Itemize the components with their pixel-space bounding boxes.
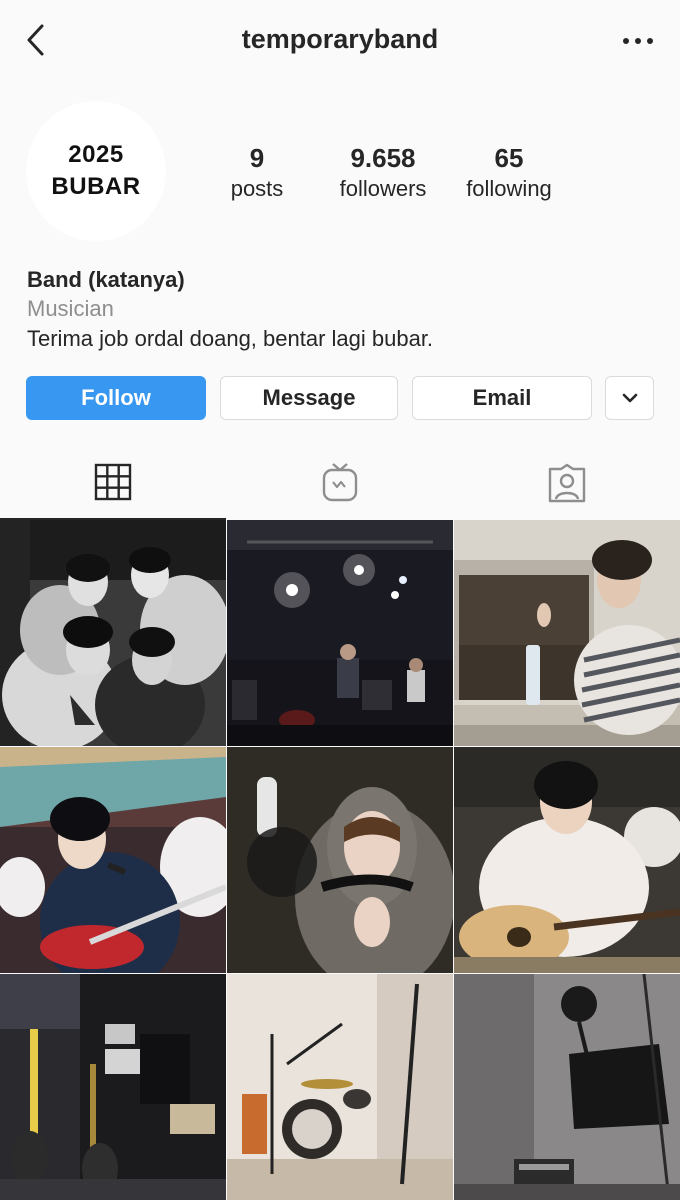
following-count[interactable]: 65 following <box>455 142 563 204</box>
group-photo-image <box>0 520 226 746</box>
post-thumbnail-hoodie-mic[interactable] <box>227 747 453 973</box>
profile-category: Musician <box>27 296 114 321</box>
tab-posts-grid[interactable] <box>0 446 226 520</box>
followers-count-label: followers <box>339 176 427 201</box>
tab-tagged[interactable] <box>454 446 680 520</box>
recording-booth-image <box>454 974 680 1200</box>
posts-count[interactable]: 9 posts <box>208 142 306 204</box>
more-horizontal-icon <box>623 38 653 44</box>
drum-room-image <box>227 974 453 1200</box>
profile-username: temporaryband <box>241 24 439 54</box>
more-options-button[interactable] <box>618 26 658 56</box>
backstage-guitars-image <box>0 974 226 1200</box>
post-thumbnail-live-stage[interactable] <box>227 520 453 746</box>
posts-grid <box>0 520 680 1200</box>
post-thumbnail-acoustic-guitar[interactable] <box>454 747 680 973</box>
studio-member-image <box>454 520 680 746</box>
message-button[interactable]: Message <box>220 376 398 420</box>
profile-avatar[interactable]: 2025 BUBAR <box>26 101 166 241</box>
email-button[interactable]: Email <box>412 376 592 420</box>
hoodie-mic-image <box>227 747 453 973</box>
igtv-icon <box>322 463 358 502</box>
bassist-singing-image <box>0 747 226 973</box>
suggested-accounts-button[interactable] <box>605 376 654 420</box>
following-count-label: following <box>466 176 552 201</box>
avatar-text-line1: 2025 <box>68 141 124 168</box>
chevron-down-icon <box>622 393 637 403</box>
live-stage-image <box>227 520 453 746</box>
profile-display-name: Band (katanya) <box>27 267 185 292</box>
posts-count-label: posts <box>230 176 284 201</box>
post-thumbnail-drum-room[interactable] <box>227 974 453 1200</box>
post-thumbnail-recording-booth[interactable] <box>454 974 680 1200</box>
post-thumbnail-backstage-guitars[interactable] <box>0 974 226 1200</box>
posts-count-value: 9 <box>249 143 265 173</box>
following-count-value: 65 <box>494 143 524 173</box>
profile-bio-text: Terima job ordal doang, bentar lagi buba… <box>27 326 434 351</box>
followers-count[interactable]: 9.658 followers <box>323 142 443 204</box>
tab-igtv[interactable] <box>227 446 453 520</box>
profile-bio: Band (katanya) Musician Terima job ordal… <box>27 266 657 354</box>
follow-button[interactable]: Follow <box>26 376 206 420</box>
profile-tabs <box>0 446 680 520</box>
post-thumbnail-bassist-singing[interactable] <box>0 747 226 973</box>
post-thumbnail-studio-member[interactable] <box>454 520 680 746</box>
top-bar: temporaryband <box>0 0 680 84</box>
avatar-text-line2: BUBAR <box>51 173 141 200</box>
followers-count-value: 9.658 <box>350 143 416 173</box>
post-thumbnail-group-photo[interactable] <box>0 520 226 746</box>
acoustic-guitar-image <box>454 747 680 973</box>
tagged-person-icon <box>548 463 586 503</box>
grid-icon <box>94 463 132 501</box>
